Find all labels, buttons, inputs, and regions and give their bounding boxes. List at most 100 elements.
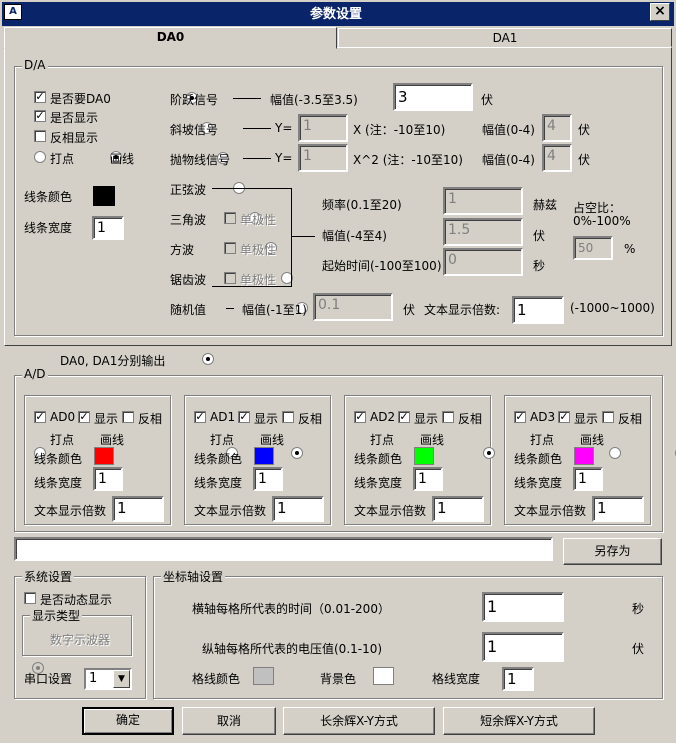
y-axis-input[interactable]: 1 [482,632,564,662]
random-amp-label: 幅值(-1至1) [242,303,307,317]
grid-width-input[interactable]: 1 [502,667,534,691]
path-input[interactable] [14,537,553,561]
ad-enable-checkbox[interactable]: ✓ [34,411,46,423]
tab-da1[interactable]: DA1 [338,28,672,47]
grid-color-swatch[interactable] [253,667,274,685]
ad-invert-label: 反相 [298,412,323,426]
ramp-x-note: X (注：-10至10) [353,123,446,137]
ramp-coef-input[interactable]: 1 [298,114,348,142]
ad-text-scale-input[interactable]: 1 [432,496,484,522]
random-unit: 伏 [403,303,416,317]
long-persistence-button[interactable]: 长余辉X-Y方式 [283,707,435,735]
step-unit: 伏 [481,93,494,107]
ad-invert-checkbox[interactable] [442,411,454,423]
start-time-input[interactable]: 0 [443,248,523,276]
grid-width-label: 格线宽度 [432,672,481,686]
x-axis-label: 横轴每格所代表的时间（0.01-200） [192,602,390,616]
ad-text-scale-input[interactable]: 1 [272,496,324,522]
freq-label: 频率(0.1至20) [322,198,402,212]
amp-input[interactable]: 1.5 [443,218,523,246]
start-time-label: 起始时间(-100至100) [322,259,442,273]
need-da0-label: 是否要DA0 [50,92,111,106]
ad-line-width-input[interactable]: 1 [253,467,283,491]
ad-dot-radio[interactable] [608,447,621,459]
bg-color-swatch[interactable] [373,667,394,685]
ad-text-scale-label: 文本显示倍数 [34,504,107,518]
ad-enable-checkbox[interactable]: ✓ [194,411,206,423]
ad-color-swatch[interactable] [94,447,114,465]
dot-radio[interactable] [34,151,46,163]
invert-checkbox[interactable] [34,130,46,142]
duty-input[interactable]: 50 [573,236,613,260]
ad-show-checkbox[interactable]: ✓ [398,411,410,423]
ad-line-width-input[interactable]: 1 [573,467,603,491]
dynamic-display-checkbox[interactable] [24,592,36,604]
ad-text-scale-label: 文本显示倍数 [194,504,267,518]
parabola-y-label: Y= [275,151,293,165]
ad-show-label: 显示 [94,412,119,426]
ad-color-swatch[interactable] [574,447,594,465]
ad-text-scale-input[interactable]: 1 [112,496,164,522]
save-as-button[interactable]: 另存为 [563,538,662,565]
ad-show-checkbox[interactable]: ✓ [558,411,570,423]
bracket-bottom [212,286,292,287]
ad-invert-checkbox[interactable] [122,411,134,423]
ad-enable-checkbox[interactable]: ✓ [514,411,526,423]
line-color-swatch[interactable] [93,186,115,206]
show-checkbox[interactable]: ✓ [34,110,46,122]
oscilloscope-label: 数字示波器 [50,633,111,647]
freq-unit: 赫兹 [533,198,558,212]
text-scale-label: 文本显示倍数: [424,303,501,317]
tab-da0[interactable]: DA0 [4,27,337,49]
step-amp-input[interactable]: 3 [393,83,473,111]
bracket-tick [291,236,315,237]
square-unipolar-checkbox[interactable] [224,242,236,254]
ad-show-checkbox[interactable]: ✓ [238,411,250,423]
ad-invert-checkbox[interactable] [602,411,614,423]
random-amp-input[interactable]: 0.1 [313,293,393,321]
bracket-top [212,188,292,189]
x-axis-input[interactable]: 1 [482,592,564,622]
dot-label: 打点 [50,152,75,166]
ok-button[interactable]: 确定 [82,707,174,735]
separate-output-radio[interactable] [202,353,215,365]
freq-input[interactable]: 1 [443,187,523,215]
text-scale-input[interactable]: 1 [512,296,564,324]
ad-show-label: 显示 [414,412,439,426]
x-axis-unit: 秒 [632,602,645,616]
parabola-label: 抛物线信号 [170,153,231,167]
ad-show-checkbox[interactable]: ✓ [78,411,90,423]
cancel-button[interactable]: 取消 [182,707,276,735]
short-persistence-button[interactable]: 短余辉X-Y方式 [443,707,595,735]
ad-line-width-input[interactable]: 1 [93,467,123,491]
need-da0-checkbox[interactable]: ✓ [34,91,46,103]
ad-color-swatch[interactable] [254,447,274,465]
line-label: 画线 [110,152,135,166]
parabola-x-note: X^2 (注：-10至10) [353,153,463,167]
dynamic-display-label: 是否动态显示 [40,593,113,607]
ad-text-scale-input[interactable]: 1 [592,496,644,522]
close-button[interactable]: × [650,3,670,21]
serial-dropdown-button[interactable]: ▼ [113,670,130,688]
system-legend: 系统设置 [22,568,75,585]
ramp-amp-input[interactable]: 4 [542,114,572,142]
ad-invert-checkbox[interactable] [282,411,294,423]
ad-line-width-input[interactable]: 1 [413,467,443,491]
ad-color-swatch[interactable] [414,447,434,465]
ad-dot-label: 打点 [530,433,555,447]
ad-legend: A/D [22,367,48,381]
parabola-amp-label: 幅值(0-4) [482,153,535,167]
ad-enable-checkbox[interactable]: ✓ [354,411,366,423]
ad-line-width-label: 线条宽度 [514,476,563,490]
step-label: 阶跃信号 [170,93,219,107]
ad-invert-label: 反相 [138,412,163,426]
line-width-input[interactable]: 1 [92,216,124,240]
parabola-amp-input[interactable]: 4 [542,144,572,172]
sawtooth-unipolar-checkbox[interactable] [224,272,236,284]
triangle-unipolar-checkbox[interactable] [224,212,236,224]
ad-dot-label: 打点 [370,433,395,447]
display-type-legend: 显示类型 [30,607,83,624]
ad-line-width-label: 线条宽度 [194,476,243,490]
parabola-coef-input[interactable]: 1 [298,144,348,172]
line-color-label: 线条颜色 [24,190,73,204]
